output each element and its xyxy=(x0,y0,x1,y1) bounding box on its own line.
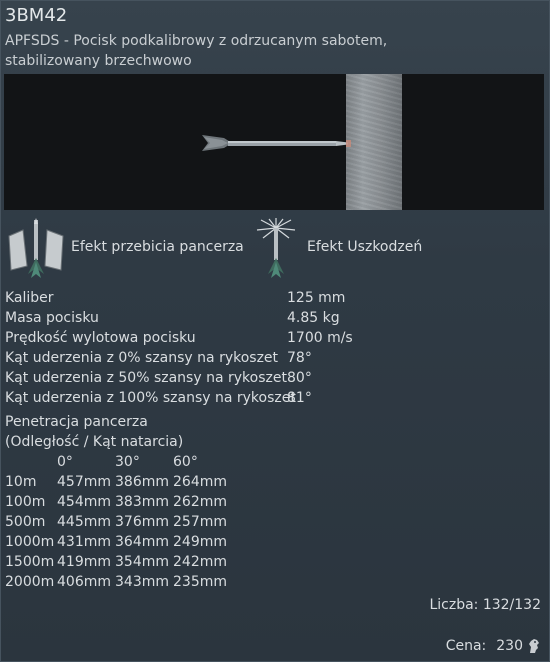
distance-cell: 500m xyxy=(5,514,46,530)
penetration-cell: 264mm xyxy=(173,474,227,490)
ammo-price: Cena: 230 xyxy=(446,638,541,654)
penetration-cell: 454mm xyxy=(57,494,111,510)
stat-label: Masa pocisku xyxy=(5,310,99,326)
penetration-heading: Penetracja pancerza (Odległość / Kąt nat… xyxy=(5,412,183,452)
stat-label: Kąt uderzenia z 50% szansy na rykoszet xyxy=(5,370,287,386)
penetration-effect[interactable]: Efekt przebicia pancerza xyxy=(5,218,245,282)
penetration-cell: 257mm xyxy=(173,514,227,530)
angle-header: 60° xyxy=(173,454,198,470)
distance-cell: 10m xyxy=(5,474,37,490)
price-value: 230 xyxy=(496,638,523,654)
penetration-title: Penetracja pancerza xyxy=(5,414,148,430)
stat-label: Prędkość wylotowa pocisku xyxy=(5,330,196,346)
penetration-subtitle: (Odległość / Kąt natarcia) xyxy=(5,434,184,450)
price-label: Cena: xyxy=(445,638,487,654)
stat-value: 81° xyxy=(287,390,312,406)
penetration-cell: 383mm xyxy=(115,494,169,510)
shell-preview-image xyxy=(4,74,544,210)
ammo-description: APFSDS - Pocisk podkalibrowy z odrzucany… xyxy=(5,33,388,69)
penetration-cell: 235mm xyxy=(173,574,227,590)
penetration-cell: 406mm xyxy=(57,574,111,590)
ammo-count: Liczba: 132/132 xyxy=(429,597,541,613)
damage-effect-label: Efekt Uszkodzeń xyxy=(307,239,423,255)
penetration-cell: 364mm xyxy=(115,534,169,550)
stats-list: Kaliber 125 mm Masa pocisku 4.85 kg Pręd… xyxy=(5,288,545,408)
penetration-cell: 249mm xyxy=(173,534,227,550)
penetration-cell: 343mm xyxy=(115,574,169,590)
penetration-cell: 354mm xyxy=(115,554,169,570)
penetration-cell: 376mm xyxy=(115,514,169,530)
distance-cell: 100m xyxy=(5,494,46,510)
angle-header: 30° xyxy=(115,454,140,470)
stat-row-mass: Masa pocisku 4.85 kg xyxy=(5,308,545,328)
effects-row: Efekt przebicia pancerza Efekt Uszkodzeń xyxy=(5,218,545,282)
armor-plate xyxy=(346,74,402,210)
stat-row-ricochet-100: Kąt uderzenia z 100% szansy na rykoszet … xyxy=(5,388,545,408)
distance-cell: 2000m xyxy=(5,574,55,590)
stat-row-caliber: Kaliber 125 mm xyxy=(5,288,545,308)
distance-cell: 1500m xyxy=(5,554,55,570)
count-label: Liczba: xyxy=(429,597,479,613)
penetration-cell: 445mm xyxy=(57,514,111,530)
penetration-cell: 386mm xyxy=(115,474,169,490)
penetration-cell: 242mm xyxy=(173,554,227,570)
stat-label: Kąt uderzenia z 100% szansy na rykoszet xyxy=(5,390,296,406)
penetration-effect-label: Efekt przebicia pancerza xyxy=(71,239,244,255)
count-value: 132/132 xyxy=(482,597,541,613)
ammo-title: 3BM42 xyxy=(5,5,68,26)
penetration-cell: 457mm xyxy=(57,474,111,490)
stat-value: 1700 m/s xyxy=(287,330,353,346)
ammo-tooltip: 3BM42 APFSDS - Pocisk podkalibrowy z odr… xyxy=(0,0,550,662)
damage-effect[interactable]: Efekt Uszkodzeń xyxy=(245,218,505,282)
stat-value: 78° xyxy=(287,350,312,366)
stat-label: Kąt uderzenia z 0% szansy na rykoszet xyxy=(5,350,279,366)
penetration-cell: 419mm xyxy=(57,554,111,570)
stat-value: 80° xyxy=(287,370,312,386)
stat-row-ricochet-0: Kąt uderzenia z 0% szansy na rykoszet 78… xyxy=(5,348,545,368)
distance-cell: 1000m xyxy=(5,534,55,550)
silver-lion-icon xyxy=(529,639,539,653)
apfsds-dart-icon xyxy=(202,135,351,151)
penetration-cell: 262mm xyxy=(173,494,227,510)
stat-value: 4.85 kg xyxy=(287,310,340,326)
stat-label: Kaliber xyxy=(5,290,54,306)
stat-row-ricochet-50: Kąt uderzenia z 50% szansy na rykoszet 8… xyxy=(5,368,545,388)
stat-value: 125 mm xyxy=(287,290,346,306)
armor-penetration-icon xyxy=(8,218,64,278)
penetration-cell: 431mm xyxy=(57,534,111,550)
angle-header: 0° xyxy=(57,454,73,470)
fragmentation-icon xyxy=(256,218,296,278)
stat-row-velocity: Prędkość wylotowa pocisku 1700 m/s xyxy=(5,328,545,348)
